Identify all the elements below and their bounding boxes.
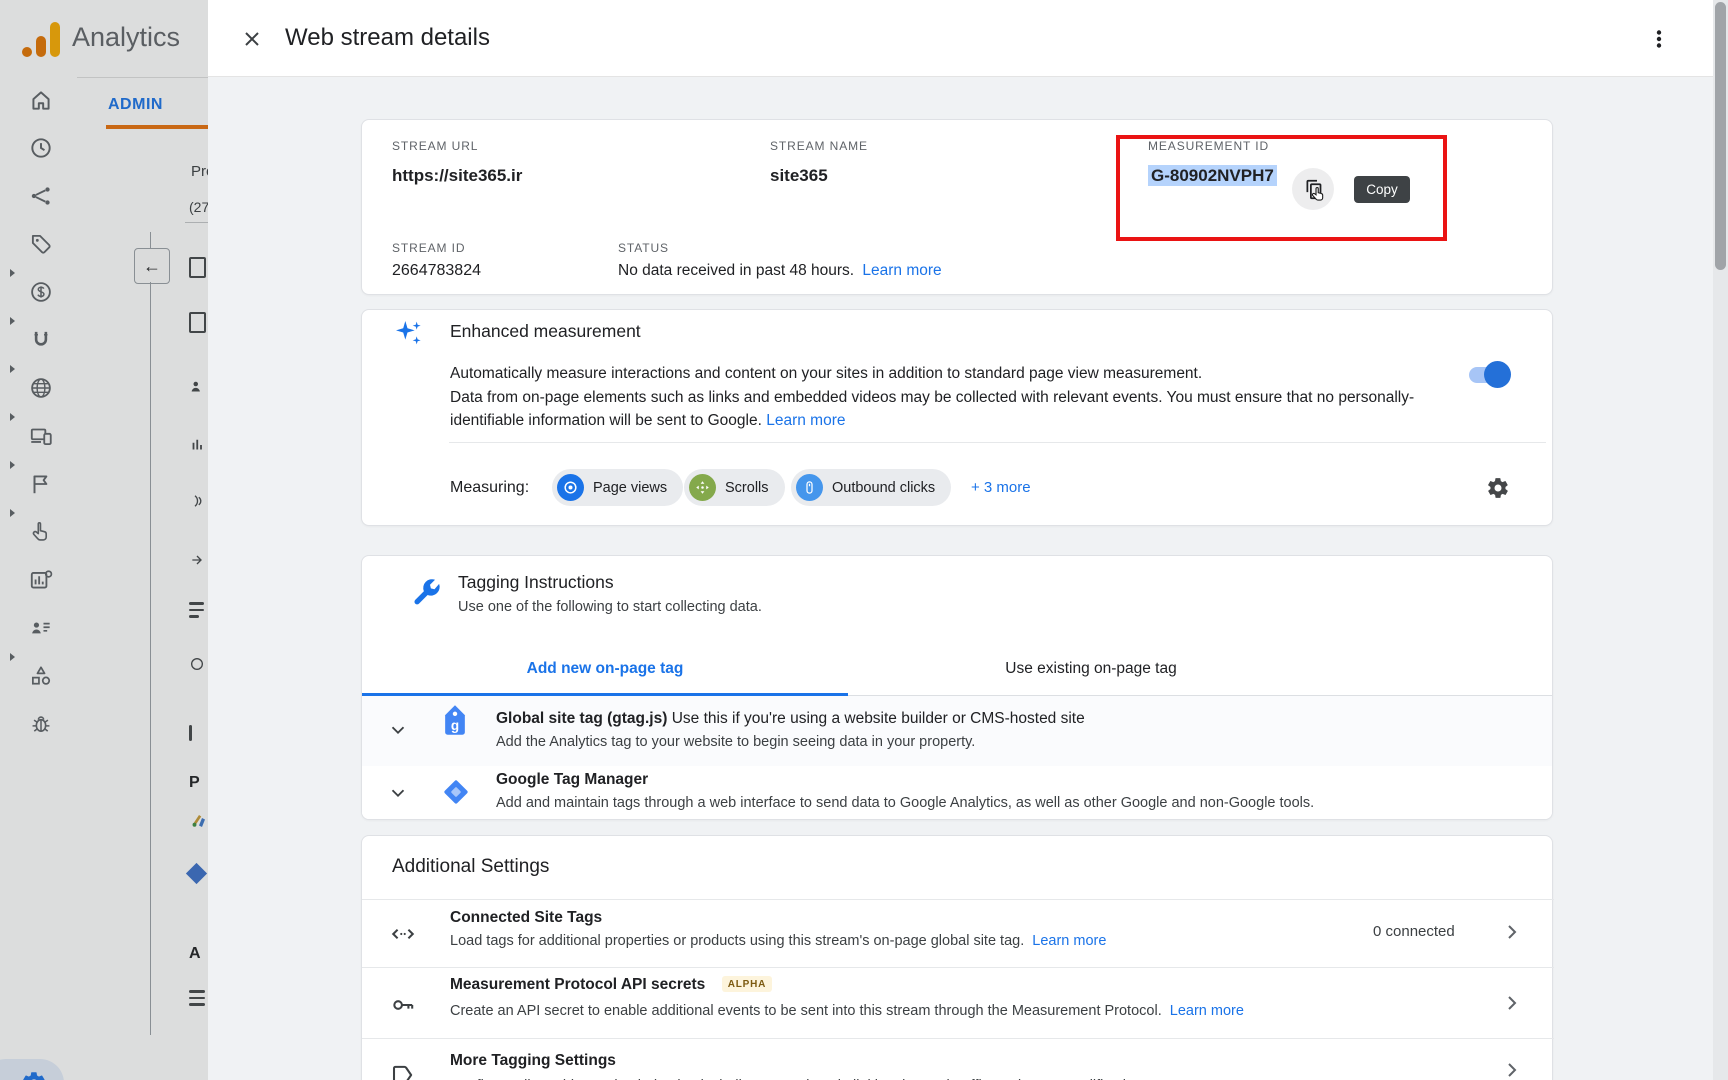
additional-settings-title: Additional Settings [392,856,549,878]
stream-url-value: https://site365.ir [392,166,522,186]
stream-info-card: STREAM URL https://site365.ir STREAM NAM… [361,119,1553,295]
row-subtitle: Load tags for additional properties or p… [450,933,1106,949]
measuring-settings-gear-icon[interactable] [1484,474,1512,502]
row-subtitle: Create an API secret to enable additiona… [450,1003,1244,1019]
stream-name-value: site365 [770,166,828,186]
enhanced-title: Enhanced measurement [450,321,641,342]
stream-id-value: 2664783824 [392,262,481,280]
code-icon [390,921,416,947]
key-icon [390,992,416,1018]
row-title: More Tagging Settings [450,1052,616,1070]
gtm-row[interactable]: Google Tag Manager Add and maintain tags… [362,766,1553,820]
alpha-badge: ALPHA [722,976,772,992]
kebab-menu-icon[interactable] [1645,25,1673,53]
wrench-icon [412,576,442,606]
enhanced-desc-line2: Data from on-page elements such as links… [450,386,1460,432]
copy-measurement-id-button[interactable] [1292,168,1334,210]
gtag-title: Global site tag (gtag.js) Use this if yo… [496,710,1085,728]
more-events-link[interactable]: + 3 more [971,469,1031,506]
enhanced-learn-more-link[interactable]: Learn more [766,412,845,429]
enhanced-desc-line1: Automatically measure interactions and c… [450,362,1460,385]
more-tagging-settings-row[interactable]: More Tagging Settings Configure client-s… [362,1038,1554,1080]
gtm-subtitle: Add and maintain tags through a web inte… [496,795,1314,811]
gtm-title: Google Tag Manager [496,771,648,789]
dialog-header: Web stream details [208,0,1713,77]
enhanced-measurement-card: Enhanced measurement Automatically measu… [361,309,1553,526]
chip-scrolls[interactable]: Scrolls [684,469,785,506]
scrollbar-thumb[interactable] [1715,2,1726,270]
stream-url-label: STREAM URL [392,139,478,153]
connected-site-tags-row[interactable]: Connected Site Tags Load tags for additi… [362,899,1554,967]
chevron-right-icon[interactable] [1500,1058,1524,1080]
measurement-id-label: MEASUREMENT ID [1148,139,1269,153]
svg-text:g: g [451,718,459,733]
tagging-subtitle: Use one of the following to start collec… [458,599,762,615]
chevron-down-icon[interactable] [385,717,411,743]
sparkle-icon [392,317,424,349]
gtag-row[interactable]: g Global site tag (gtag.js) Use this if … [362,696,1553,766]
google-tag-manager-icon [441,777,471,807]
measurement-protocol-row[interactable]: Measurement Protocol API secrets ALPHA C… [362,967,1554,1038]
close-icon[interactable] [238,25,266,53]
dialog-title: Web stream details [285,24,490,52]
stream-name-label: STREAM NAME [770,139,868,153]
tab-use-existing-on-page-tag[interactable]: Use existing on-page tag [848,641,1334,696]
row-title: Measurement Protocol API secrets ALPHA [450,976,772,994]
tag-outline-icon [390,1062,416,1080]
tagging-title: Tagging Instructions [458,572,614,593]
status-label: STATUS [618,241,669,255]
gtag-icon: g [442,704,468,736]
copy-tooltip-button[interactable]: Copy [1354,176,1410,203]
web-stream-details-dialog: Web stream details STREAM URL https://si… [208,0,1713,1080]
tab-add-new-on-page-tag[interactable]: Add new on-page tag [362,641,848,696]
chip-page-views[interactable]: Page views [552,469,683,506]
status-value: No data received in past 48 hours. Learn… [618,262,942,280]
gtag-subtitle: Add the Analytics tag to your website to… [496,734,975,750]
screen: Analytics [0,0,1728,1080]
outbound-clicks-icon [796,474,823,501]
tagging-instructions-card: Tagging Instructions Use one of the foll… [361,555,1553,820]
scrollbar-track[interactable] [1713,0,1728,1080]
chip-outbound-clicks[interactable]: Outbound clicks [791,469,951,506]
chevron-right-icon[interactable] [1500,991,1524,1015]
additional-settings-card: Additional Settings Connected Site Tags … [361,835,1553,1080]
measuring-label: Measuring: [450,469,529,506]
status-learn-more-link[interactable]: Learn more [862,262,941,279]
learn-more-link[interactable]: Learn more [1032,933,1106,949]
learn-more-link[interactable]: Learn more [1170,1003,1244,1019]
connected-count: 0 connected [1373,923,1455,940]
chevron-right-icon[interactable] [1500,920,1524,944]
scrolls-icon [689,474,716,501]
row-title: Connected Site Tags [450,909,602,927]
page-views-icon [557,474,584,501]
chevron-down-icon[interactable] [385,780,411,806]
stream-id-label: STREAM ID [392,241,465,255]
measurement-id-value: G-80902NVPH7 [1148,166,1277,186]
hand-cursor-icon [1310,186,1329,205]
